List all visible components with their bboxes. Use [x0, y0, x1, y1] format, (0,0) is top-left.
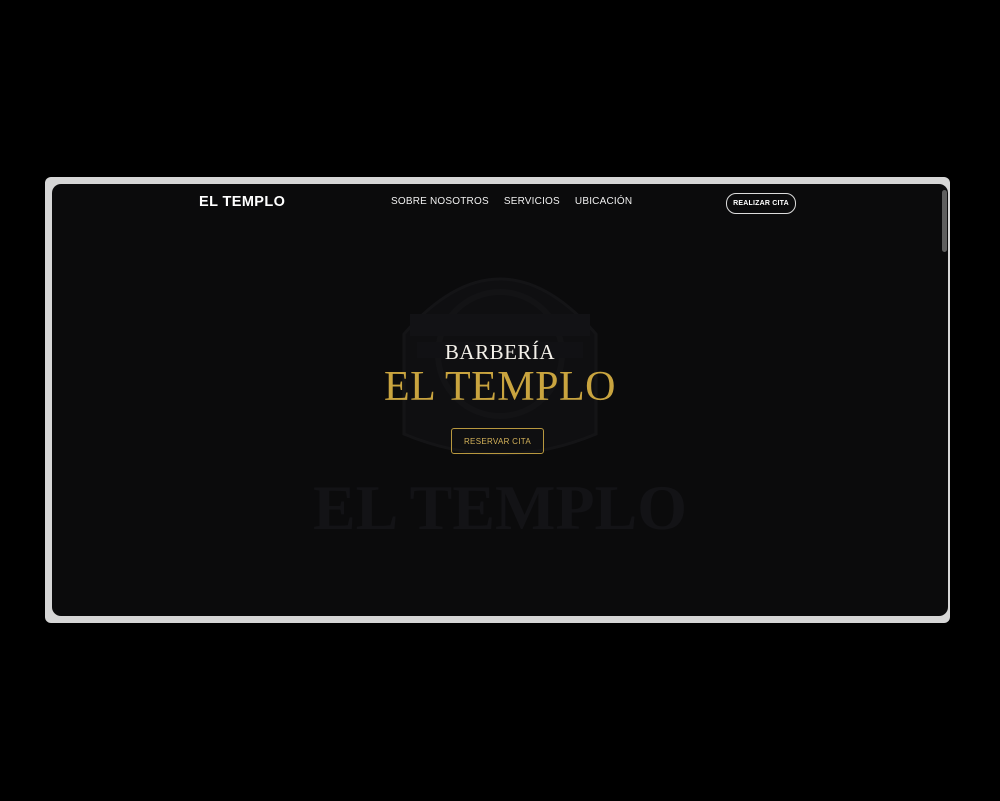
- hero-subtitle: BARBERÍA: [444, 340, 556, 364]
- nav-link-servicios[interactable]: SERVICIOS: [504, 196, 560, 207]
- browser-viewport: EL TEMPLO EL TEMPLO SOBRE NOSOTROS SERVI…: [52, 184, 948, 616]
- reservar-cita-button[interactable]: RESERVAR CITA: [451, 428, 544, 454]
- brand-logo[interactable]: EL TEMPLO: [199, 194, 285, 210]
- nav-link-sobre-nosotros[interactable]: SOBRE NOSOTROS: [391, 196, 489, 207]
- realizar-cita-button[interactable]: REALIZAR CITA: [726, 193, 796, 214]
- hero-title: EL TEMPLO: [384, 364, 616, 410]
- nav-link-ubicacion[interactable]: UBICACIÓN: [575, 196, 632, 207]
- nav-menu: SOBRE NOSOTROS SERVICIOS UBICACIÓN: [391, 196, 632, 207]
- scrollbar[interactable]: [942, 190, 947, 252]
- top-navigation: EL TEMPLO SOBRE NOSOTROS SERVICIOS UBICA…: [52, 184, 948, 222]
- watermark-text: EL TEMPLO: [313, 472, 687, 543]
